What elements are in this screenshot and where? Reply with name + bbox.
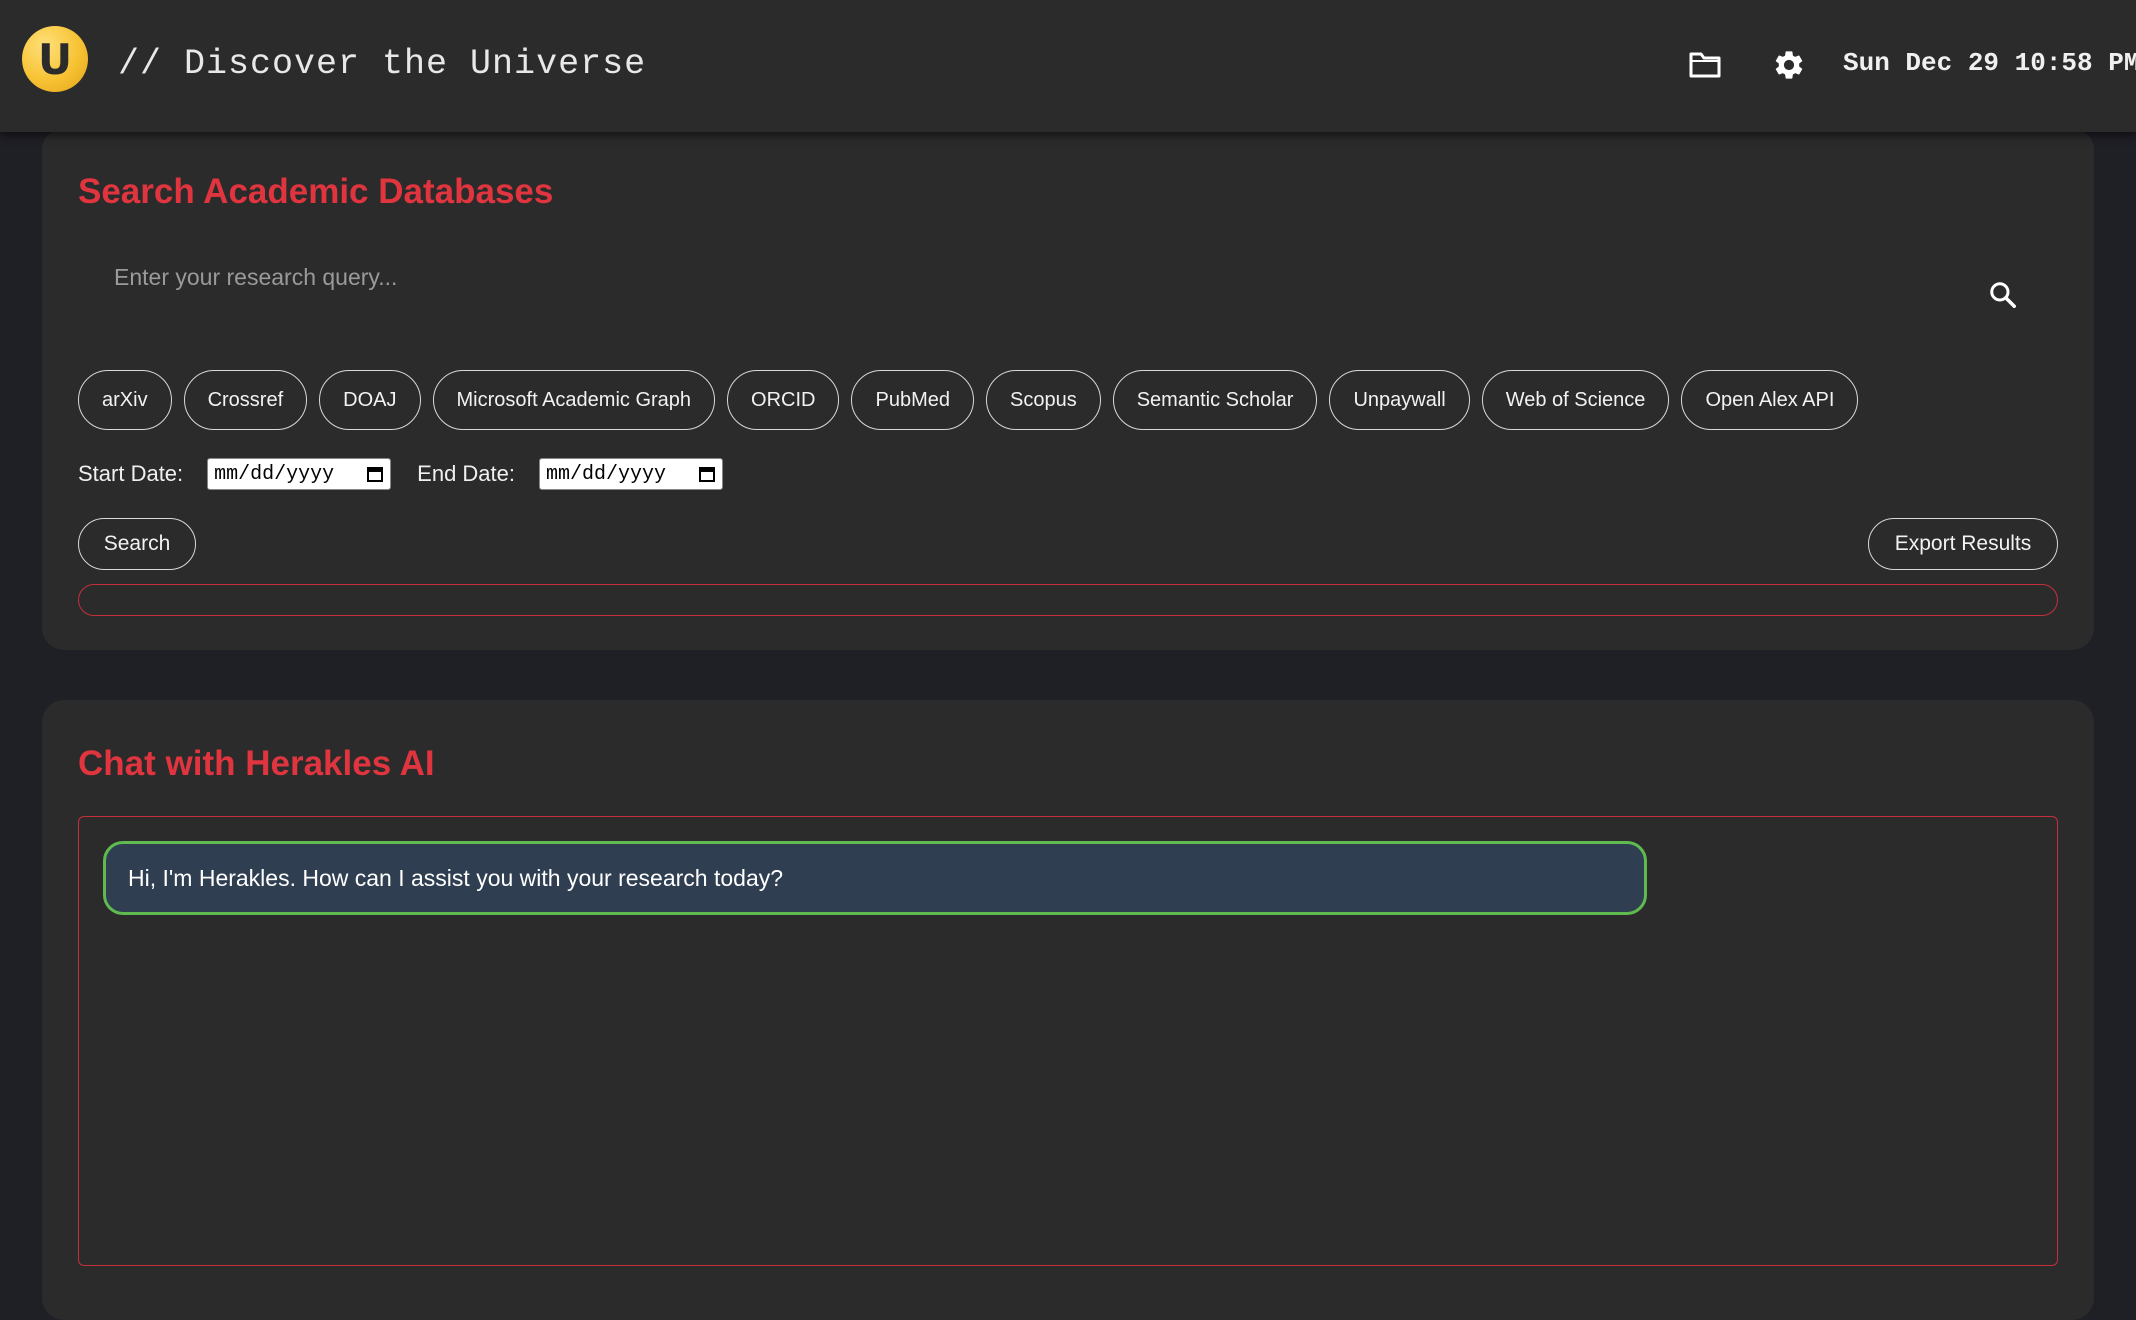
app-title: // Discover the Universe bbox=[118, 44, 647, 84]
search-panel-title: Search Academic Databases bbox=[78, 172, 554, 211]
start-date-placeholder: mm/dd/yyyy bbox=[214, 462, 335, 486]
end-date-placeholder: mm/dd/yyyy bbox=[546, 462, 667, 486]
datetime-display: Sun Dec 29 10:58 PM bbox=[1843, 48, 2136, 78]
chat-panel: Chat with Herakles AI Hi, I'm Herakles. … bbox=[42, 700, 2094, 1320]
chip-open-alex-api[interactable]: Open Alex API bbox=[1681, 370, 1859, 430]
search-input[interactable] bbox=[78, 240, 2058, 314]
search-icon[interactable] bbox=[1988, 280, 2018, 310]
end-date-label: End Date: bbox=[417, 461, 515, 486]
chip-microsoft-academic-graph[interactable]: Microsoft Academic Graph bbox=[432, 370, 716, 430]
end-date-input[interactable]: mm/dd/yyyy bbox=[539, 458, 723, 490]
search-panel: Search Academic Databases arXiv Crossref… bbox=[42, 128, 2094, 650]
chat-message-area[interactable]: Hi, I'm Herakles. How can I assist you w… bbox=[78, 816, 2058, 1266]
chip-orcid[interactable]: ORCID bbox=[727, 370, 840, 430]
chip-arxiv[interactable]: arXiv bbox=[78, 370, 172, 430]
chip-scopus[interactable]: Scopus bbox=[985, 370, 1101, 430]
chip-unpaywall[interactable]: Unpaywall bbox=[1329, 370, 1470, 430]
calendar-icon[interactable] bbox=[698, 465, 716, 483]
search-button[interactable]: Search bbox=[78, 518, 196, 570]
calendar-icon[interactable] bbox=[366, 465, 384, 483]
chip-pubmed[interactable]: PubMed bbox=[851, 370, 974, 430]
chip-doaj[interactable]: DOAJ bbox=[319, 370, 421, 430]
chat-panel-title: Chat with Herakles AI bbox=[78, 744, 435, 783]
assistant-message-bubble: Hi, I'm Herakles. How can I assist you w… bbox=[103, 841, 1647, 915]
gear-icon[interactable] bbox=[1772, 48, 1806, 82]
logo[interactable]: U bbox=[22, 26, 88, 92]
start-date-input[interactable]: mm/dd/yyyy bbox=[207, 458, 392, 490]
source-chips: arXiv Crossref DOAJ Microsoft Academic G… bbox=[78, 370, 1859, 430]
date-range-row: Start Date: mm/dd/yyyy End Date: mm/dd/y… bbox=[78, 458, 723, 490]
chip-semantic-scholar[interactable]: Semantic Scholar bbox=[1112, 370, 1318, 430]
export-results-button[interactable]: Export Results bbox=[1868, 518, 2058, 570]
chip-web-of-science[interactable]: Web of Science bbox=[1481, 370, 1670, 430]
chip-crossref[interactable]: Crossref bbox=[183, 370, 308, 430]
app-header: U // Discover the Universe Sun Dec 29 10… bbox=[0, 0, 2136, 132]
folder-icon[interactable] bbox=[1689, 50, 1721, 78]
progress-bar bbox=[78, 584, 2058, 616]
start-date-label: Start Date: bbox=[78, 461, 184, 486]
